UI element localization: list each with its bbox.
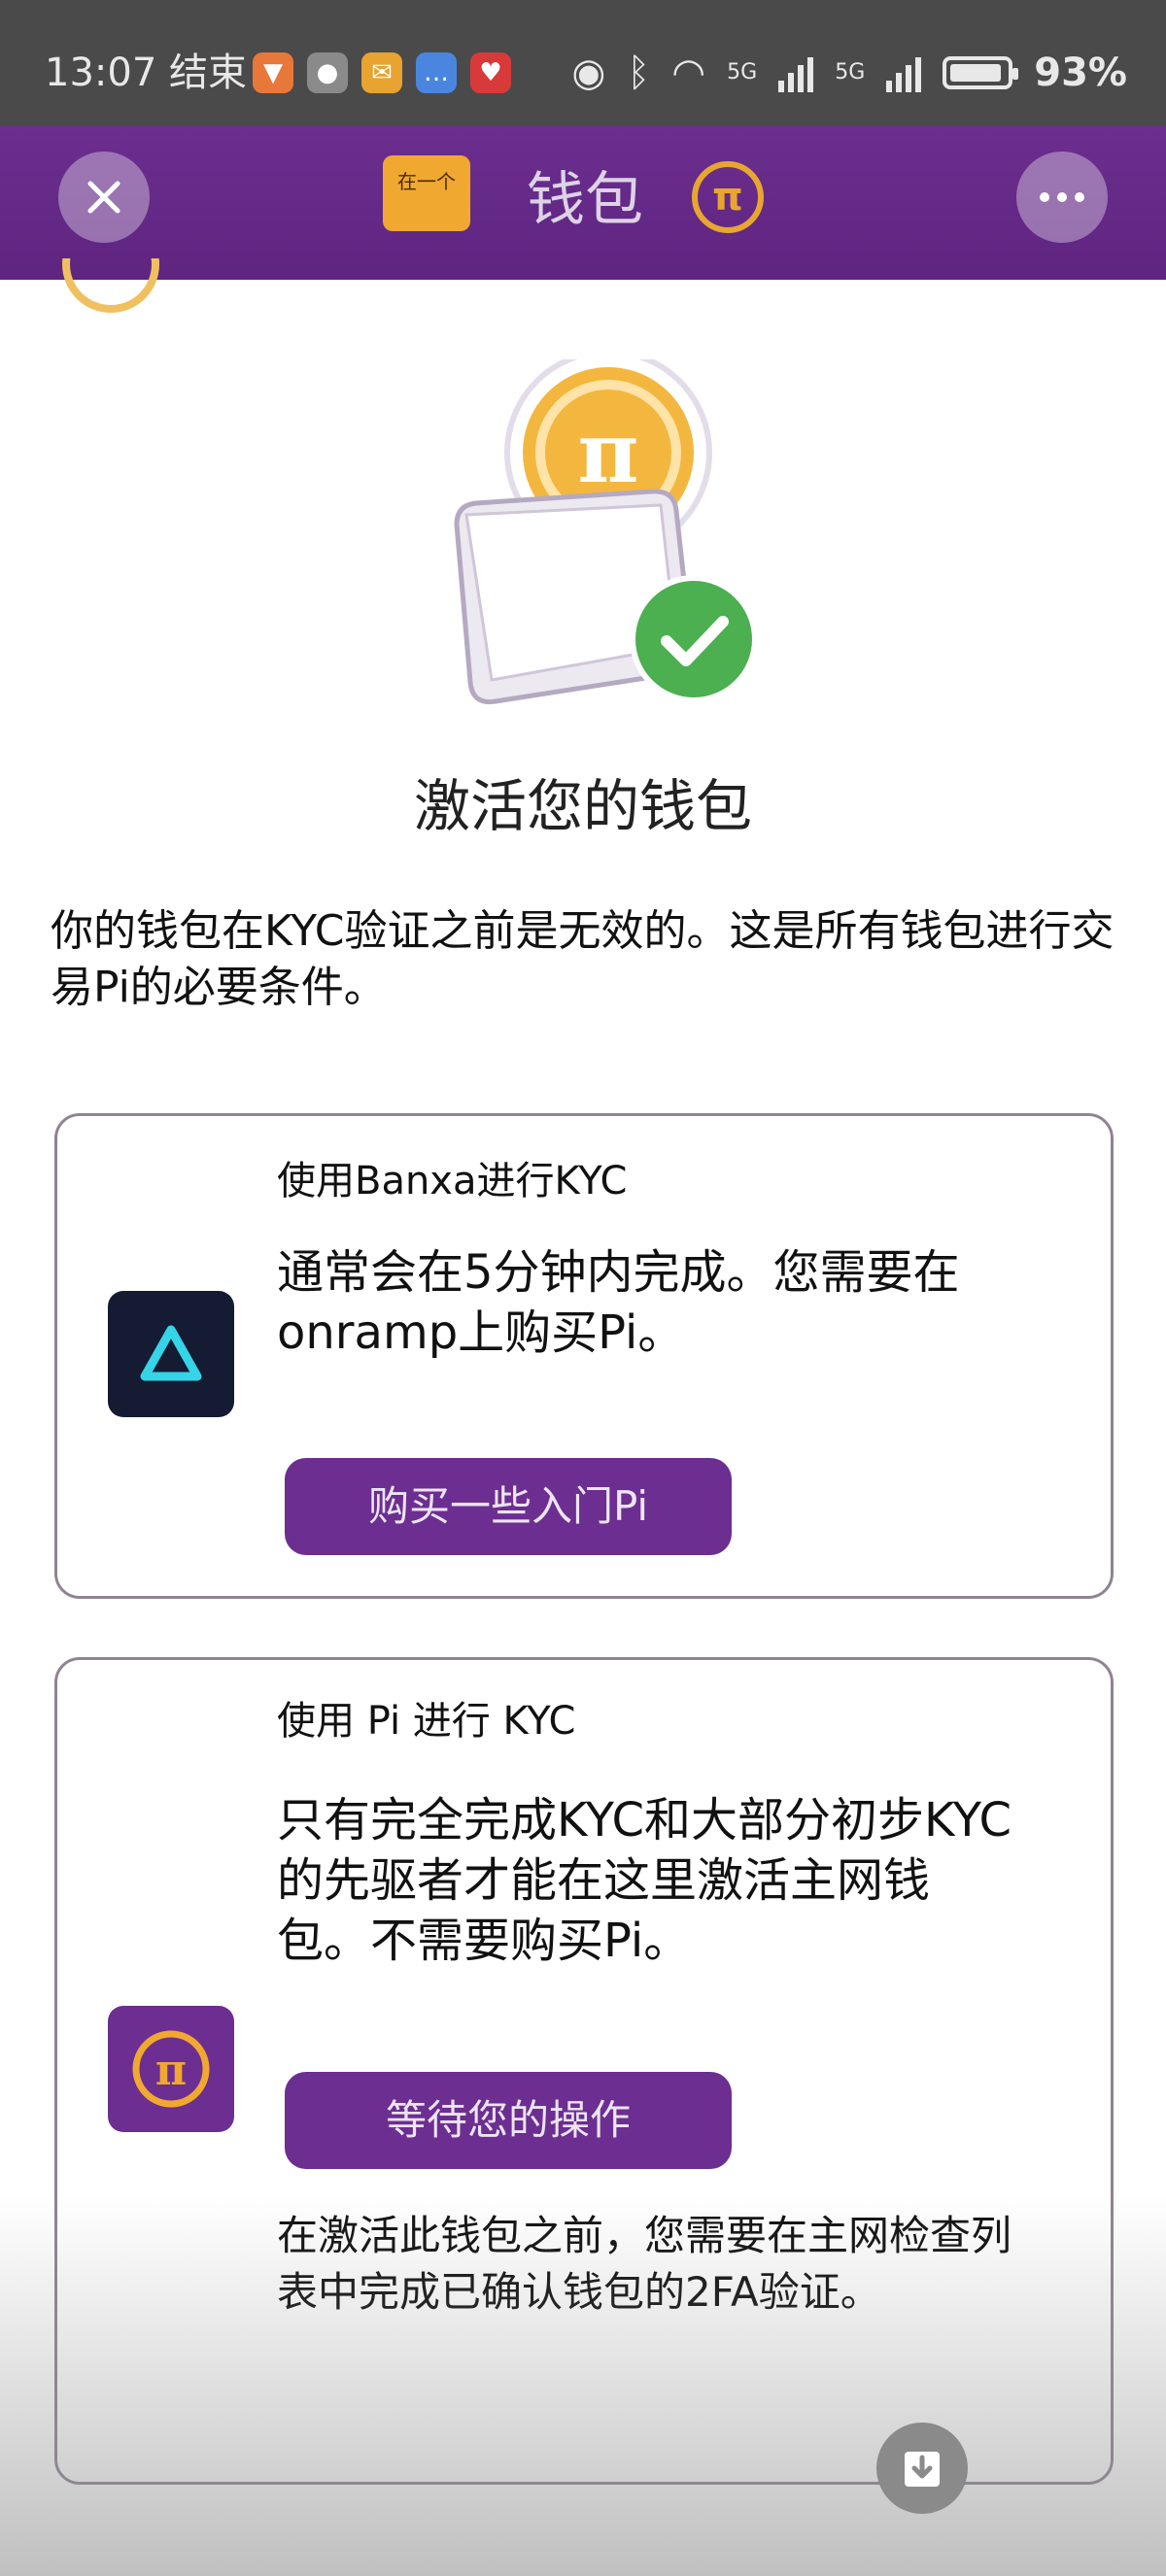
card-description: 通常会在5分钟内完成。您需要在onramp上购买Pi。 — [277, 1245, 960, 1360]
health-icon: ♥ — [470, 52, 511, 93]
more-options-button[interactable] — [1016, 152, 1108, 243]
bluetooth-icon: ᛒ — [627, 51, 651, 95]
download-icon — [905, 2452, 940, 2487]
status-indicators: ◉ ᛒ ◠ 5G 5G 93% — [571, 47, 1127, 99]
status-bar: 13:07 结束 ▼ ● ✉ … ♥ ◉ ᛒ ◠ 5G 5G 93% — [0, 0, 1166, 126]
card-description: 只有完全完成KYC和大部分初步KYC的先驱者才能在这里激活主网钱包。不需要购买P… — [277, 1793, 1012, 1968]
page-title: 激活您的钱包 — [413, 773, 752, 839]
signal-icon — [886, 53, 922, 92]
pi-coin-partial-icon — [62, 258, 165, 317]
page-header-title: 钱包 — [527, 166, 643, 234]
check-icon — [630, 575, 758, 703]
more-dot-icon — [1057, 192, 1067, 202]
kyc-option-card-banxa: 使用Banxa进行KYC 通常会在5分钟内完成。您需要在onramp上购买Pi。… — [54, 1113, 1114, 1599]
close-button[interactable] — [58, 152, 150, 243]
app-header: 在一个 钱包 π — [0, 126, 1166, 280]
svg-text:π: π — [578, 404, 639, 502]
network-label-1: 5G — [727, 60, 758, 85]
wallet-activated-illustration: π — [454, 359, 758, 705]
taobao-icon: ▼ — [253, 52, 293, 93]
status-time: 13:07 结束 — [45, 51, 247, 95]
close-icon — [87, 181, 120, 214]
network-label-2: 5G — [835, 60, 866, 85]
more-dot-icon — [1040, 192, 1049, 202]
card-label: 使用 Pi 进行 KYC — [277, 1699, 576, 1744]
pi-app-icon: π — [108, 2006, 234, 2132]
signal-icon — [778, 53, 814, 92]
awaiting-action-button[interactable]: 等待您的操作 — [285, 2072, 732, 2169]
status-app-icons: ▼ ● ✉ … ♥ — [253, 52, 511, 93]
eye-icon: ◉ — [571, 51, 606, 95]
message-icon: … — [416, 52, 457, 93]
banxa-logo-icon — [108, 1291, 234, 1417]
battery-fill — [950, 64, 1002, 82]
mail-icon: ✉ — [361, 52, 402, 93]
battery-icon — [943, 56, 1019, 89]
more-dot-icon — [1075, 192, 1084, 202]
card-label: 使用Banxa进行KYC — [277, 1159, 628, 1203]
download-button[interactable] — [876, 2423, 968, 2514]
battery-percent: 93% — [1034, 51, 1127, 95]
kyc-option-card-pi: 使用 Pi 进行 KYC 只有完全完成KYC和大部分初步KYC的先驱者才能在这里… — [54, 1657, 1114, 2485]
intro-text: 你的钱包在KYC验证之前是无效的。这是所有钱包进行交易Pi的必要条件。 — [51, 906, 1115, 1012]
wallet-badge-text: 在一个 — [397, 170, 456, 193]
pi-logo-icon: π — [692, 161, 764, 233]
svg-text:π: π — [155, 2046, 187, 2095]
wallet-icon: 在一个 — [383, 155, 470, 231]
pi-symbol: π — [712, 175, 743, 220]
buy-starter-pi-button[interactable]: 购买一些入门Pi — [285, 1458, 732, 1555]
wechat-icon: ● — [307, 52, 348, 93]
wifi-icon: ◠ — [671, 51, 706, 95]
card-note: 在激活此钱包之前，您需要在主网检查列表中完成已确认钱包的2FA验证。 — [277, 2212, 1012, 2316]
